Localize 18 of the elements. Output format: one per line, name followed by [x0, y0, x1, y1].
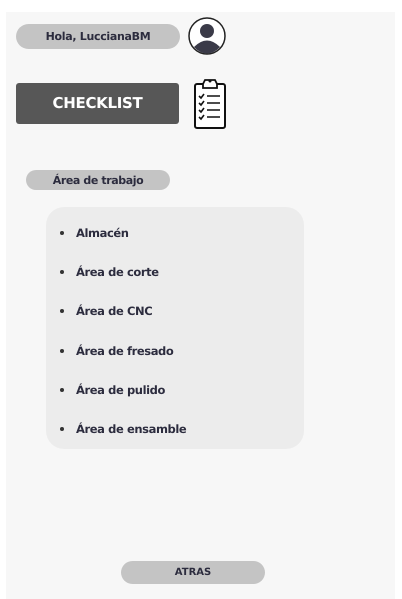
bullet-icon: [60, 270, 64, 274]
bullet-icon: [60, 427, 64, 432]
work-area-item[interactable]: Área de ensamble: [76, 422, 186, 436]
user-avatar-icon[interactable]: [188, 17, 226, 55]
work-area-item[interactable]: Área de corte: [76, 264, 159, 279]
work-area-item[interactable]: Área de CNC: [76, 304, 152, 318]
bullet-icon: [60, 348, 64, 353]
bullet-icon: [60, 309, 64, 314]
checklist-button[interactable]: CHECKLIST: [16, 82, 179, 124]
bullet-icon: [60, 388, 64, 392]
work-area-item[interactable]: Almacén: [76, 226, 129, 240]
greeting-label: Hola, LuccianaBM: [16, 24, 180, 48]
section-label: Área de trabajo: [26, 170, 170, 190]
back-button[interactable]: ATRAS: [121, 561, 265, 584]
clipboard-checklist-icon[interactable]: [192, 76, 228, 130]
work-area-item[interactable]: Área de pulido: [76, 382, 166, 397]
work-area-item[interactable]: Área de fresado: [76, 344, 174, 358]
bullet-icon: [60, 230, 64, 235]
